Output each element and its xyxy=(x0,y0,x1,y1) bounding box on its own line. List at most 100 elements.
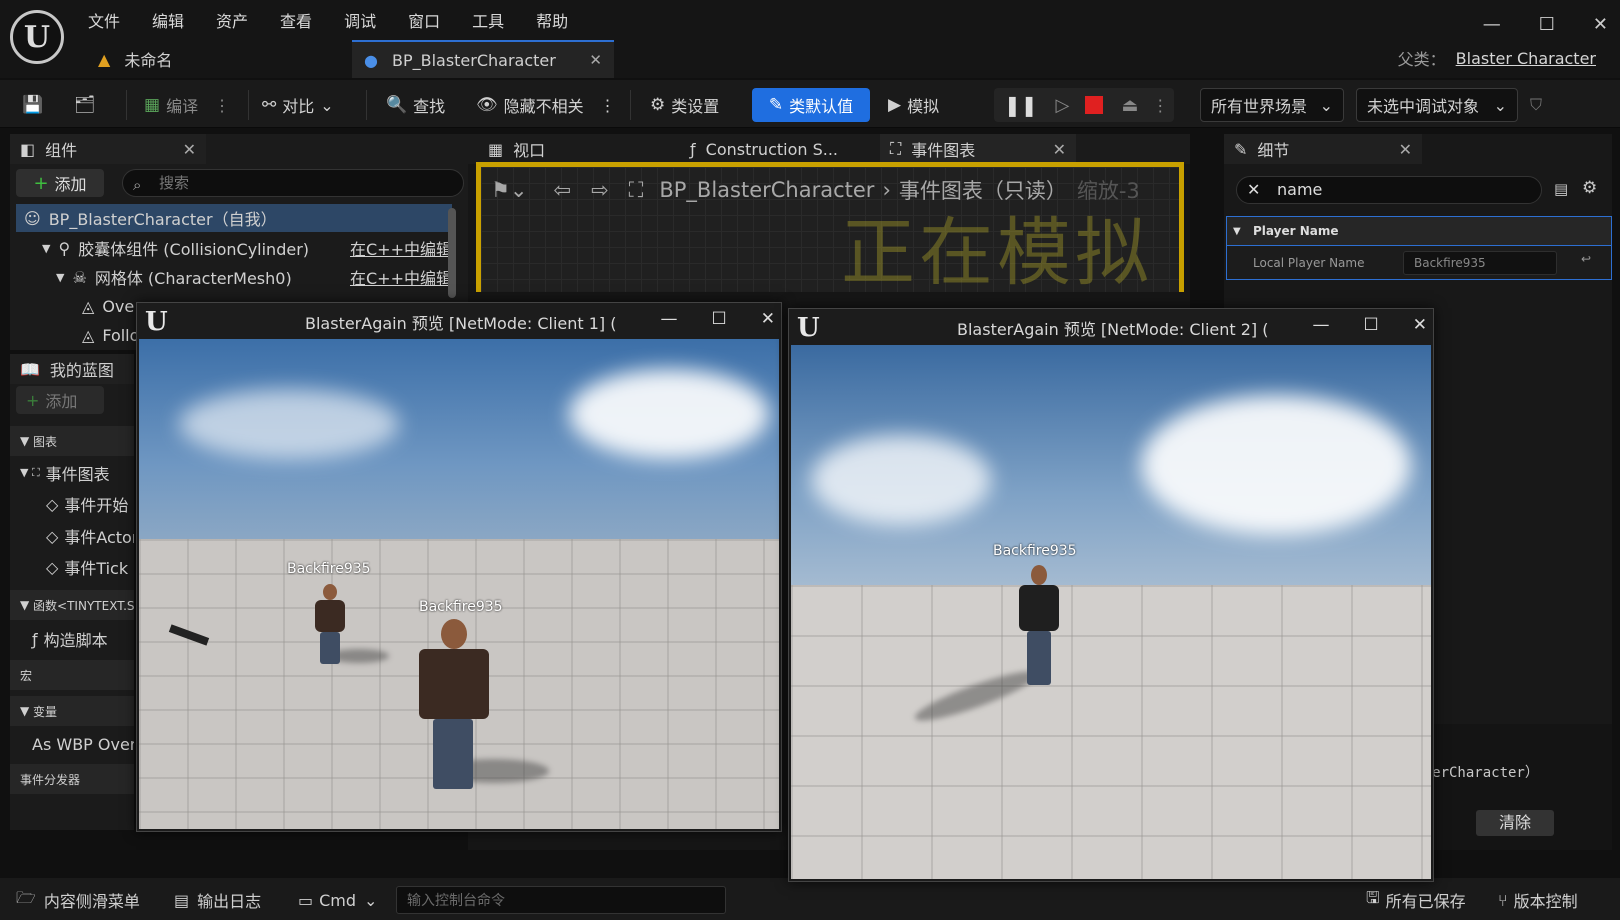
close-icon[interactable]: ✕ xyxy=(1053,140,1066,159)
menu-help[interactable]: 帮助 xyxy=(536,8,568,32)
local-player-name-field[interactable]: Backfire935 xyxy=(1403,251,1557,275)
button-label: Cmd xyxy=(319,890,357,910)
character-near[interactable] xyxy=(409,619,499,789)
content-drawer-button[interactable]: 🗁 内容侧滑菜单 xyxy=(16,886,140,914)
menu-file[interactable]: 文件 xyxy=(88,8,120,32)
character[interactable] xyxy=(1011,565,1067,685)
details-search-input[interactable]: ✕ name xyxy=(1236,176,1542,204)
find-button[interactable]: 🔍 查找 xyxy=(386,88,445,122)
pause-icon[interactable]: ❚❚ xyxy=(1004,93,1038,117)
event-actor-item[interactable]: ◇ 事件Actor xyxy=(10,521,134,551)
eject-icon[interactable]: ⏏ xyxy=(1121,95,1138,116)
menu-view[interactable]: 查看 xyxy=(280,8,312,32)
all-saved-button[interactable]: 🖫 所有已保存 xyxy=(1366,886,1466,914)
unreal-logo-icon[interactable]: U xyxy=(10,10,64,64)
character-far[interactable] xyxy=(305,584,355,664)
variable-item[interactable]: As WBP Over xyxy=(10,729,134,759)
preview-titlebar[interactable]: U BlasterAgain 预览 [NetMode: Client 1] ( … xyxy=(137,303,781,337)
step-icon[interactable]: ▷ xyxy=(1056,95,1070,116)
expand-icon[interactable]: ▼ xyxy=(56,271,64,284)
play-options-icon[interactable]: ⋮ xyxy=(1152,96,1168,115)
forward-icon[interactable]: ⇨ xyxy=(591,178,609,202)
close-icon[interactable]: ✕ xyxy=(589,51,602,69)
tree-item-mesh[interactable]: ▼ ☠ 网格体 (CharacterMesh0) 在C++中编辑 xyxy=(16,263,452,291)
components-scrollbar[interactable] xyxy=(448,208,456,298)
play-controls: ❚❚ ▷ ⏏ ⋮ xyxy=(994,88,1174,122)
minimize-icon[interactable]: — xyxy=(1483,14,1501,35)
menu-debug[interactable]: 调试 xyxy=(344,8,376,32)
game-viewport-client2[interactable]: Backfire935 xyxy=(791,345,1431,879)
category-player-name[interactable]: ▼ Player Name xyxy=(1226,216,1612,246)
cmd-dropdown[interactable]: ▭ Cmd ⌄ xyxy=(298,886,377,914)
bookmark-icon[interactable]: ⚑⌄ xyxy=(491,178,527,202)
category-functions[interactable]: ▼ 函数<TINYTEXT.S xyxy=(10,590,134,620)
console-command-input[interactable]: 输入控制台命令 xyxy=(396,886,726,914)
close-icon[interactable]: ✕ xyxy=(183,140,196,159)
class-settings-button[interactable]: ⚙ 类设置 xyxy=(650,88,719,122)
tab-label: BP_BlasterCharacter xyxy=(391,50,556,70)
preview-titlebar[interactable]: U BlasterAgain 预览 [NetMode: Client 2] ( … xyxy=(789,309,1433,343)
category-graphs[interactable]: ▼ 图表 xyxy=(10,426,134,456)
tree-item-root[interactable]: ☺ BP_BlasterCharacter（自我） xyxy=(16,204,452,232)
gear-icon[interactable]: ⚙ xyxy=(1582,178,1597,198)
debug-filter-icon[interactable]: ⛉ xyxy=(1530,88,1542,122)
add-component-button[interactable]: + 添加 xyxy=(16,169,104,197)
debug-object-dropdown[interactable]: 未选中调试对象 ⌄ xyxy=(1356,88,1518,122)
minimize-icon[interactable]: — xyxy=(661,309,678,329)
event-tick-item[interactable]: ◇ 事件Tick xyxy=(10,552,134,582)
source-control-button[interactable]: ⑂ 版本控制 xyxy=(1498,886,1578,914)
stop-icon[interactable] xyxy=(1085,96,1104,114)
save-button[interactable]: 💾 xyxy=(22,88,49,122)
event-graph-canvas[interactable]: ⚑⌄ ⇦ ⇨ ⛶ BP_BlasterCharacter › 事件图表（只读） … xyxy=(476,162,1184,296)
menu-edit[interactable]: 编辑 xyxy=(152,8,184,32)
event-begin-item[interactable]: ◇ 事件开始 xyxy=(10,489,134,519)
maximize-icon[interactable]: ☐ xyxy=(1364,315,1379,335)
close-icon[interactable]: ✕ xyxy=(761,309,775,329)
construction-script-item[interactable]: ƒ 构造脚本 xyxy=(10,624,134,654)
close-icon[interactable]: ✕ xyxy=(1399,140,1412,159)
close-icon[interactable]: ✕ xyxy=(1413,315,1427,335)
menu-window[interactable]: 窗口 xyxy=(408,8,440,32)
category-macros[interactable]: 宏 xyxy=(10,660,134,690)
diff-button[interactable]: ⚯ 对比 ⌄ xyxy=(262,88,334,122)
simulate-button[interactable]: ▶ 模拟 xyxy=(888,88,939,122)
edit-in-cpp-link[interactable]: 在C++中编辑 xyxy=(350,265,452,289)
world-dropdown[interactable]: 所有世界场景 ⌄ xyxy=(1200,88,1344,122)
class-defaults-button[interactable]: ✎ 类默认值 xyxy=(752,88,870,122)
menu-tools[interactable]: 工具 xyxy=(472,8,504,32)
tab-construction-script[interactable]: ƒ Construction S... xyxy=(680,134,848,164)
clear-button[interactable]: 清除 xyxy=(1476,810,1554,836)
pie-preview-window-client1[interactable]: U BlasterAgain 预览 [NetMode: Client 1] ( … xyxy=(136,302,782,832)
game-viewport-client1[interactable]: Backfire935 Backfire935 xyxy=(139,339,779,829)
reset-to-default-icon[interactable]: ↩ xyxy=(1581,252,1591,266)
browse-button[interactable]: 🗂 xyxy=(74,88,102,122)
tab-event-graph[interactable]: ⛶ 事件图表 ✕ xyxy=(880,134,1076,164)
tree-item-capsule[interactable]: ▼ ⚲ 胶囊体组件 (CollisionCylinder) 在C++中编辑 xyxy=(16,234,452,262)
components-title: 组件 xyxy=(45,141,78,160)
back-icon[interactable]: ⇦ xyxy=(553,178,571,202)
minimize-icon[interactable]: — xyxy=(1313,315,1330,335)
compile-options-icon[interactable]: ⋮ xyxy=(214,96,230,115)
pie-preview-window-client2[interactable]: U BlasterAgain 预览 [NetMode: Client 2] ( … xyxy=(788,308,1434,882)
close-icon[interactable]: ✕ xyxy=(1593,14,1608,35)
maximize-icon[interactable]: ☐ xyxy=(1539,14,1555,35)
add-member-button[interactable]: + 添加 xyxy=(16,386,104,414)
tab-untitled-level[interactable]: ▲ 未命名 xyxy=(86,40,348,78)
category-variables[interactable]: ▼ 变量 xyxy=(10,696,134,726)
tab-viewport[interactable]: ▦ 视口 xyxy=(478,134,555,164)
expand-icon[interactable]: ▼ xyxy=(42,242,50,255)
maximize-icon[interactable]: ☐ xyxy=(712,309,727,329)
menu-asset[interactable]: 资产 xyxy=(216,8,248,32)
compile-button[interactable]: ▦ 编译 ⋮ xyxy=(144,88,230,122)
edit-in-cpp-link[interactable]: 在C++中编辑 xyxy=(350,236,452,260)
hide-unrelated-button[interactable]: 👁 隐藏不相关 ⋮ xyxy=(476,88,616,122)
components-search-input[interactable]: ⌕ 搜索 xyxy=(122,169,464,197)
more-options-icon[interactable]: ⋮ xyxy=(600,96,616,115)
parent-class-link[interactable]: Blaster Character xyxy=(1456,49,1596,68)
category-event-dispatchers[interactable]: 事件分发器 xyxy=(10,764,134,794)
output-log-button[interactable]: ▤ 输出日志 xyxy=(174,886,261,914)
event-graph-item[interactable]: ▼ ⛶ 事件图表 xyxy=(10,458,134,488)
table-view-icon[interactable]: ▤ xyxy=(1554,180,1568,198)
tab-bp-blastercharacter[interactable]: ● BP_BlasterCharacter ✕ xyxy=(352,40,614,78)
clear-search-icon[interactable]: ✕ xyxy=(1247,177,1260,203)
